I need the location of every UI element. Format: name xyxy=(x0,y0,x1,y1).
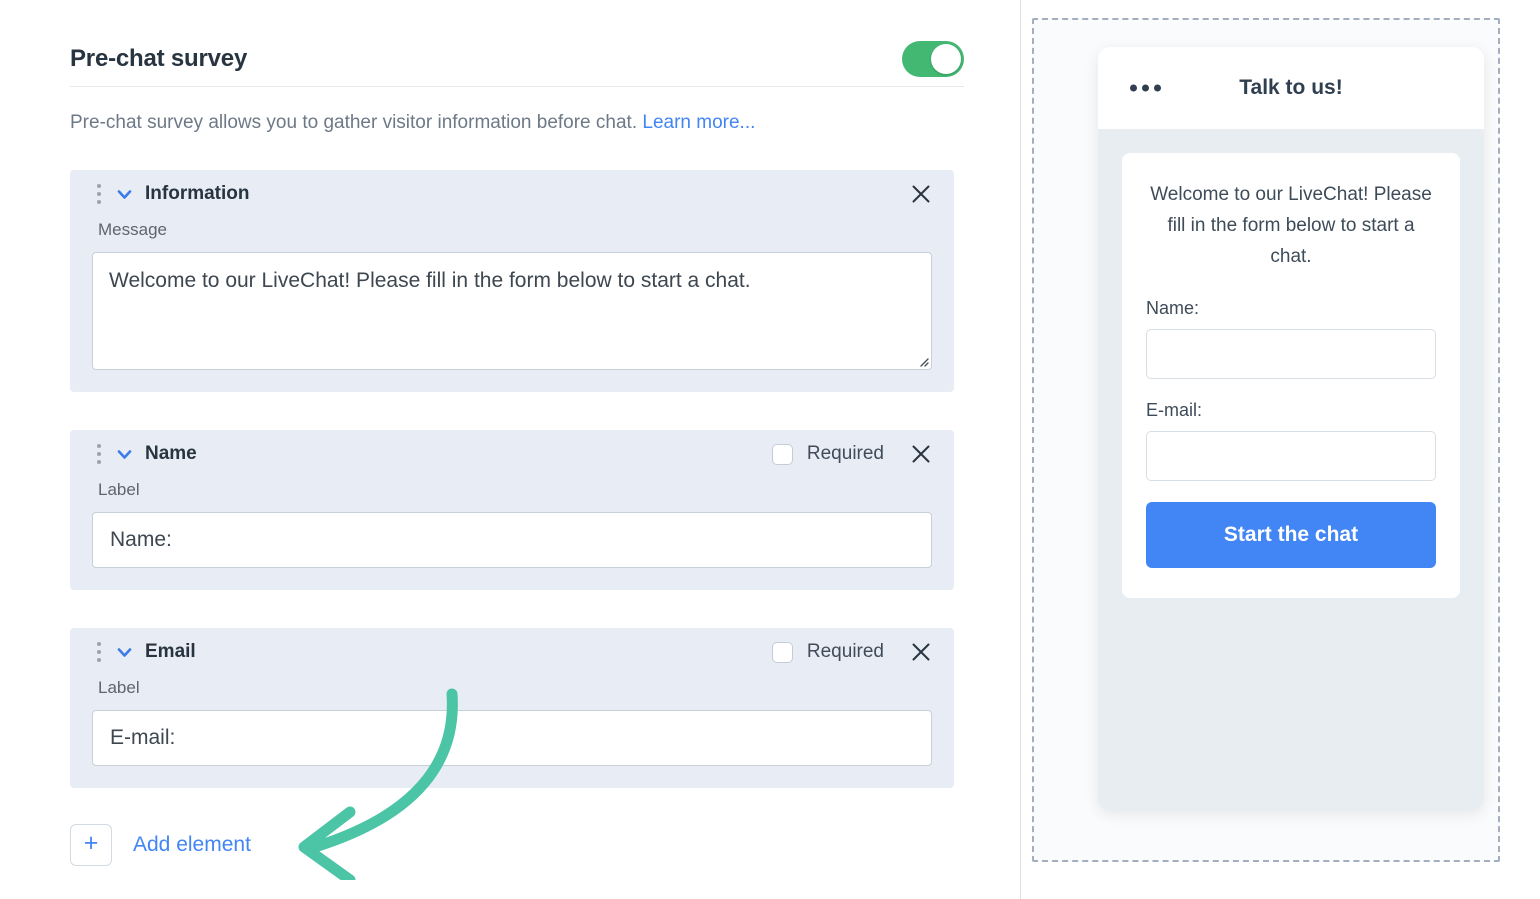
toggle-knob xyxy=(931,44,961,74)
welcome-message: Welcome to our LiveChat! Please fill in … xyxy=(1150,184,1432,267)
required-checkbox[interactable] xyxy=(771,443,793,465)
widget-name-input[interactable] xyxy=(1146,329,1436,379)
email-label-value: E-mail: xyxy=(110,726,176,749)
card-title: Email xyxy=(145,641,196,662)
dots-horizontal-icon[interactable] xyxy=(1130,84,1161,92)
chat-widget: Talk to us! Welcome to our LiveChat! Ple… xyxy=(1098,47,1484,810)
drag-handle-icon[interactable] xyxy=(96,642,101,662)
add-element-button[interactable]: + xyxy=(70,824,112,866)
name-label-input[interactable]: Name: xyxy=(92,512,932,568)
name-label-value: Name: xyxy=(110,528,172,551)
description-text: Pre-chat survey allows you to gather vis… xyxy=(70,112,643,133)
survey-element-email: Email Required Label E-mail: xyxy=(70,628,954,788)
message-value: Welcome to our LiveChat! Please fill in … xyxy=(109,269,751,292)
widget-email-input[interactable] xyxy=(1146,431,1436,481)
field-label: Label xyxy=(98,678,140,697)
card-header: Name Required xyxy=(70,430,954,478)
required-group: Required xyxy=(771,443,884,465)
chevron-down-icon[interactable] xyxy=(115,185,134,204)
close-icon[interactable] xyxy=(910,641,932,663)
message-textarea[interactable]: Welcome to our LiveChat! Please fill in … xyxy=(92,252,932,370)
required-group: Required xyxy=(771,641,884,663)
chevron-down-icon[interactable] xyxy=(115,445,134,464)
card-title: Information xyxy=(145,183,250,204)
card-title: Name xyxy=(145,443,197,464)
plus-icon: + xyxy=(83,829,99,857)
panel-divider xyxy=(1020,0,1021,899)
card-header: Information xyxy=(70,170,954,218)
drag-handle-icon[interactable] xyxy=(96,444,101,464)
add-element-label[interactable]: Add element xyxy=(133,833,251,857)
pre-chat-survey-toggle[interactable] xyxy=(902,41,964,77)
widget-name-label: Name: xyxy=(1146,298,1200,318)
required-label: Required xyxy=(806,641,884,662)
card-header: Email Required xyxy=(70,628,954,676)
chevron-down-icon[interactable] xyxy=(115,643,134,662)
add-element-row: + Add element xyxy=(70,824,251,866)
learn-more-link[interactable]: Learn more... xyxy=(642,112,755,133)
page-title: Pre-chat survey xyxy=(70,45,248,72)
pre-chat-survey-editor: Pre-chat survey Pre-chat survey allows y… xyxy=(0,0,1020,899)
widget-email-label: E-mail: xyxy=(1146,400,1203,420)
editor-header: Pre-chat survey xyxy=(70,36,964,82)
required-label: Required xyxy=(806,443,884,464)
close-icon[interactable] xyxy=(910,183,932,205)
widget-header: Talk to us! xyxy=(1098,47,1484,129)
survey-element-information: Information Message Welcome to our LiveC… xyxy=(70,170,954,392)
field-label: Label xyxy=(98,480,140,499)
widget-preview-area: Talk to us! Welcome to our LiveChat! Ple… xyxy=(1032,18,1500,862)
app-root: Pre-chat survey Pre-chat survey allows y… xyxy=(0,0,1540,899)
email-label-input[interactable]: E-mail: xyxy=(92,710,932,766)
drag-handle-icon[interactable] xyxy=(96,184,101,204)
header-divider xyxy=(70,86,964,87)
close-icon[interactable] xyxy=(910,443,932,465)
widget-form-card: Welcome to our LiveChat! Please fill in … xyxy=(1122,153,1460,598)
field-label: Message xyxy=(98,220,167,239)
survey-element-name: Name Required Label Name: xyxy=(70,430,954,590)
start-the-chat-button[interactable]: Start the chat xyxy=(1146,502,1436,568)
required-checkbox[interactable] xyxy=(771,641,793,663)
editor-description: Pre-chat survey allows you to gather vis… xyxy=(70,110,964,136)
resize-grip-icon[interactable] xyxy=(915,353,929,367)
